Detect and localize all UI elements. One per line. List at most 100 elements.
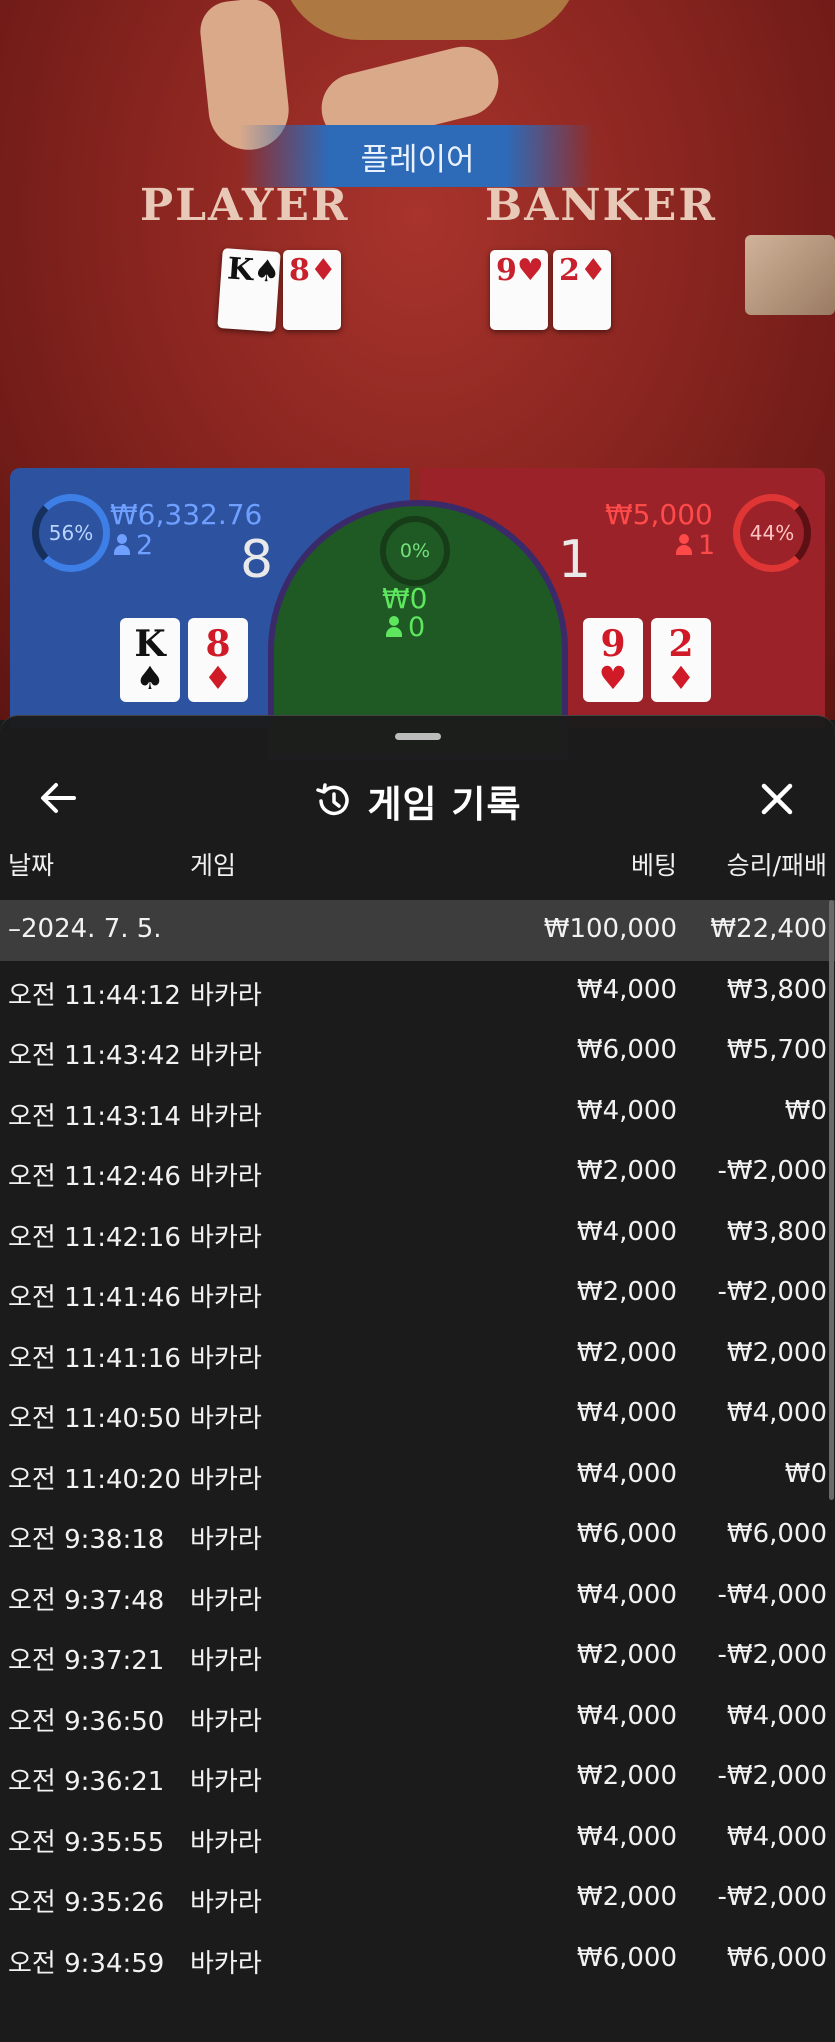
- history-row[interactable]: 오전 11:42:16 바카라 ₩4,000 ₩3,800: [0, 1203, 835, 1264]
- row-result: ₩0: [784, 1458, 827, 1489]
- row-result: ₩6,000: [726, 1942, 827, 1973]
- row-bet: ₩2,000: [576, 1640, 677, 1670]
- table-player-card-2: 8♦: [283, 250, 341, 330]
- row-result: ₩5,700: [726, 1035, 827, 1065]
- banker-percent-ring: 44%: [733, 494, 811, 572]
- table-banker-card-1: 9♥: [490, 250, 548, 330]
- column-date: 날짜: [8, 851, 55, 880]
- column-result: 승리/패배: [726, 851, 827, 880]
- row-game: 바카라: [190, 1706, 262, 1737]
- table-banker-card-2: 2♦: [553, 250, 611, 330]
- row-result: -₩2,000: [717, 1277, 827, 1307]
- tie-bet-amount: ₩0: [382, 582, 428, 615]
- player-card-1: K ♠: [120, 618, 180, 702]
- sheet-title-group: 게임 기록: [0, 774, 835, 828]
- row-game: 바카라: [190, 1525, 262, 1555]
- close-button[interactable]: [754, 776, 800, 822]
- person-icon: [386, 616, 402, 638]
- row-result: -₩2,000: [717, 1882, 827, 1912]
- row-time: 오전 11:42:46: [8, 1162, 181, 1192]
- sheet-drag-handle[interactable]: [395, 733, 441, 740]
- history-row[interactable]: 오전 9:36:21 바카라 ₩2,000 -₩2,000: [0, 1747, 835, 1808]
- row-result: ₩4,000: [726, 1700, 827, 1731]
- row-time: 오전 9:38:18: [8, 1525, 165, 1555]
- scrollbar-thumb[interactable]: [829, 900, 834, 1500]
- history-column-headers: 날짜 게임 베팅 승리/패배: [0, 846, 835, 886]
- row-result: ₩4,000: [726, 1821, 827, 1852]
- history-row[interactable]: 오전 11:44:12 바카라 ₩4,000 ₩3,800: [0, 961, 835, 1022]
- row-time: 오전 11:41:46: [8, 1283, 181, 1313]
- history-row[interactable]: 오전 11:40:50 바카라 ₩4,000 ₩4,000: [0, 1384, 835, 1445]
- row-game: 바카라: [190, 1948, 262, 1979]
- row-time: 오전 11:40:20: [8, 1464, 181, 1495]
- history-row[interactable]: 오전 9:35:26 바카라 ₩2,000 -₩2,000: [0, 1868, 835, 1929]
- bet-panels: 56% ₩6,332.76 2 8 K ♠ 8 ♦ ₩5,000 1 1 9 ♥ 2 ♦…: [0, 468, 835, 760]
- player-bet-amount: ₩6,332.76: [110, 498, 263, 531]
- history-row[interactable]: 오전 11:41:46 바카라 ₩2,000 -₩2,000: [0, 1263, 835, 1324]
- row-bet: ₩2,000: [576, 1761, 677, 1791]
- banker-bet-amount: ₩5,000: [605, 498, 713, 531]
- row-bet: ₩4,000: [576, 1095, 677, 1126]
- row-bet: ₩4,000: [576, 1458, 677, 1489]
- row-result: ₩3,800: [726, 1216, 827, 1247]
- person-icon: [114, 534, 130, 556]
- history-row[interactable]: 오전 11:41:16 바카라 ₩2,000 ₩2,000: [0, 1324, 835, 1385]
- history-row[interactable]: 오전 11:42:46 바카라 ₩2,000 -₩2,000: [0, 1142, 835, 1203]
- history-row[interactable]: 오전 9:36:50 바카라 ₩4,000 ₩4,000: [0, 1687, 835, 1748]
- history-list[interactable]: –2024. 7. 5. ₩100,000 ₩22,400 오전 11:44:1…: [0, 900, 835, 1989]
- history-row[interactable]: 오전 11:43:42 바카라 ₩6,000 ₩5,700: [0, 1021, 835, 1082]
- history-row[interactable]: 오전 9:37:21 바카라 ₩2,000 -₩2,000: [0, 1626, 835, 1687]
- history-row[interactable]: 오전 9:35:55 바카라 ₩4,000 ₩4,000: [0, 1808, 835, 1869]
- date-summary-row[interactable]: –2024. 7. 5. ₩100,000 ₩22,400: [0, 900, 835, 961]
- row-result: ₩2,000: [726, 1337, 827, 1368]
- player-bettor-count: 2: [114, 530, 153, 561]
- row-time: 오전 11:44:12: [8, 980, 181, 1011]
- history-scrollbar[interactable]: [829, 900, 834, 1520]
- history-row[interactable]: 오전 11:40:20 바카라 ₩4,000 ₩0: [0, 1445, 835, 1506]
- row-time: 오전 9:34:59: [8, 1948, 165, 1979]
- row-time: 오전 11:42:16: [8, 1222, 181, 1253]
- row-bet: ₩2,000: [576, 1156, 677, 1186]
- history-row[interactable]: 오전 11:43:14 바카라 ₩4,000 ₩0: [0, 1082, 835, 1143]
- close-icon: [761, 783, 793, 815]
- row-game: 바카라: [190, 1827, 262, 1858]
- row-time: 오전 9:35:55: [8, 1827, 165, 1858]
- row-result: ₩6,000: [726, 1519, 827, 1549]
- row-game: 바카라: [190, 1585, 262, 1616]
- row-result: ₩4,000: [726, 1398, 827, 1428]
- row-game: 바카라: [190, 980, 262, 1011]
- table-player-label: PLAYER: [140, 180, 350, 231]
- row-result: -₩2,000: [717, 1156, 827, 1186]
- row-bet: ₩4,000: [576, 1398, 677, 1428]
- history-row[interactable]: 오전 9:37:48 바카라 ₩4,000 -₩4,000: [0, 1566, 835, 1627]
- row-bet: ₩4,000: [576, 1579, 677, 1610]
- row-game: 바카라: [190, 1464, 262, 1495]
- winner-banner: 플레이어: [240, 125, 595, 187]
- row-time: 오전 11:43:14: [8, 1101, 181, 1132]
- column-game: 게임: [190, 851, 237, 880]
- row-time: 오전 9:37:48: [8, 1585, 165, 1616]
- row-bet: ₩2,000: [576, 1882, 677, 1912]
- history-row[interactable]: 오전 9:38:18 바카라 ₩6,000 ₩6,000: [0, 1505, 835, 1566]
- tie-bettor-count: 0: [386, 612, 425, 643]
- row-bet: ₩2,000: [576, 1277, 677, 1307]
- banker-card-2: 2 ♦: [651, 618, 711, 702]
- sheet-header: 게임 기록: [0, 756, 835, 836]
- row-game: 바카라: [190, 1041, 262, 1071]
- column-bet: 베팅: [630, 851, 677, 880]
- row-time: 오전 9:36:21: [8, 1767, 165, 1797]
- banker-card-1: 9 ♥: [583, 618, 643, 702]
- history-row[interactable]: 오전 9:34:59 바카라 ₩6,000 ₩6,000: [0, 1929, 835, 1990]
- row-game: 바카라: [190, 1888, 262, 1918]
- row-game: 바카라: [190, 1101, 262, 1132]
- row-time: 오전 11:41:16: [8, 1343, 181, 1374]
- row-time: 오전 11:40:50: [8, 1404, 181, 1434]
- row-time: 오전 11:43:42: [8, 1041, 181, 1071]
- row-game: 바카라: [190, 1404, 262, 1434]
- row-game: 바카라: [190, 1283, 262, 1313]
- player-score: 8: [240, 530, 274, 590]
- row-bet: ₩6,000: [576, 1035, 677, 1065]
- row-game: 바카라: [190, 1343, 262, 1374]
- row-bet: ₩4,000: [576, 1700, 677, 1731]
- summary-bet: ₩100,000: [543, 914, 677, 944]
